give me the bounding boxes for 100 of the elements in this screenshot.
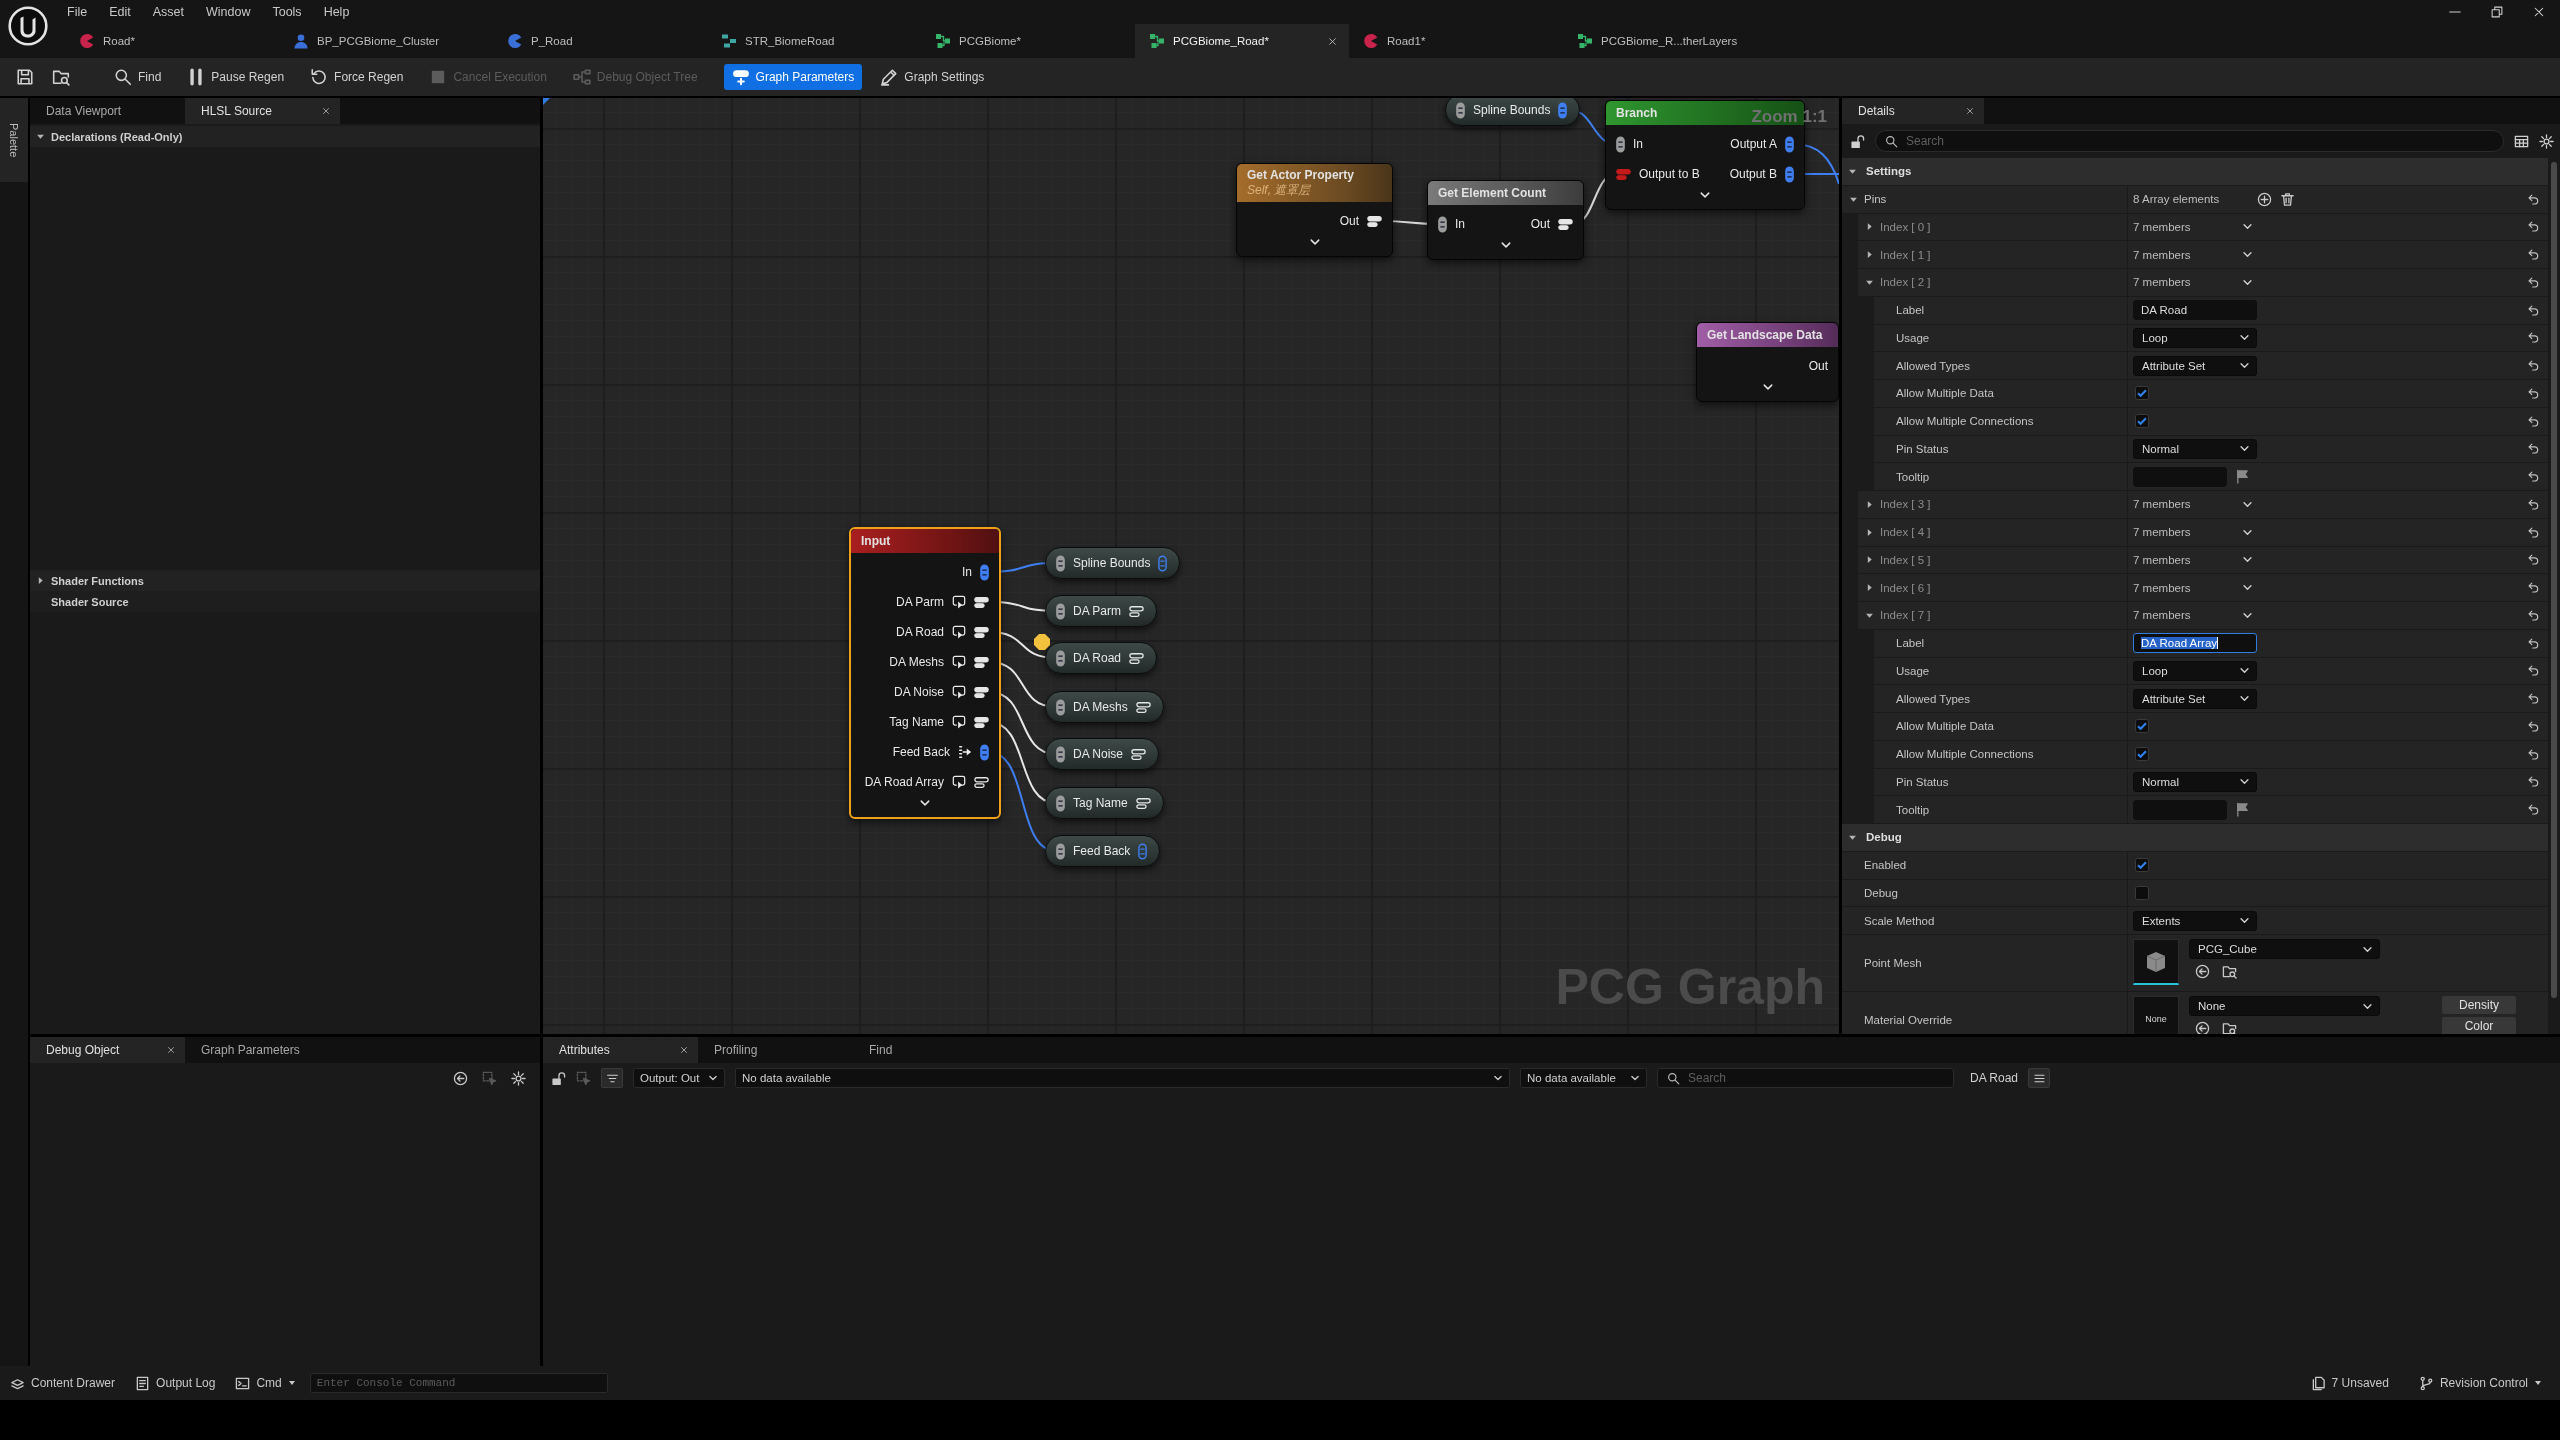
- stacked-pin-icon[interactable]: [1438, 215, 1447, 233]
- reset-arrow-icon[interactable]: [2526, 747, 2540, 761]
- settings-icon[interactable]: [511, 1070, 526, 1086]
- bars-pin-icon[interactable]: [1129, 605, 1144, 617]
- text-field[interactable]: DA Road: [2133, 300, 2257, 321]
- mesh-thumbnail[interactable]: [2133, 939, 2179, 985]
- stacked-pin-icon[interactable]: [1056, 698, 1065, 716]
- close-icon[interactable]: [2533, 6, 2545, 18]
- reroute-node[interactable]: Feed Back: [1045, 835, 1161, 867]
- stacked-pin-icon[interactable]: [1056, 554, 1065, 572]
- close-icon[interactable]: [167, 1046, 175, 1054]
- menu-item[interactable]: Tools: [261, 0, 313, 24]
- panel-tab[interactable]: Attributes: [543, 1037, 698, 1063]
- palette-tab[interactable]: Palette: [0, 98, 28, 182]
- stacked-pin-icon[interactable]: [980, 743, 989, 761]
- content-drawer-button[interactable]: Content Drawer: [4, 1370, 122, 1396]
- document-tab[interactable]: STR_BiomeRoad: [707, 24, 921, 58]
- section-header[interactable]: Shader Functions: [30, 570, 540, 591]
- flag-icon[interactable]: [2235, 469, 2250, 485]
- checkbox[interactable]: [2135, 747, 2149, 762]
- close-icon[interactable]: [322, 107, 330, 115]
- graph-parameters-button[interactable]: Graph Parameters: [723, 64, 863, 90]
- menu-item[interactable]: File: [56, 0, 99, 24]
- members-dropdown[interactable]: 7 members: [2133, 605, 2257, 626]
- bars-pin-icon[interactable]: [1135, 797, 1151, 809]
- reset-arrow-icon[interactable]: [2526, 275, 2540, 289]
- bars-pin-icon[interactable]: [974, 686, 989, 698]
- graph-node[interactable]: Input In DA Parm DA Road DA Meshs DA Noise Tag Name Feed Back DA Road Array: [849, 527, 1001, 819]
- checkbox[interactable]: [2135, 885, 2149, 900]
- reset-arrow-icon[interactable]: [2526, 386, 2540, 400]
- stacked-pin-icon[interactable]: [1056, 602, 1065, 620]
- stacked-pin-icon[interactable]: [1456, 101, 1465, 119]
- bars-pin-icon[interactable]: [974, 716, 989, 728]
- dropdown[interactable]: Loop: [2133, 327, 2257, 348]
- bars-pin-icon[interactable]: [1558, 218, 1573, 230]
- members-dropdown[interactable]: 7 members: [2133, 549, 2257, 570]
- force-regen-button[interactable]: Force Regen: [302, 64, 412, 90]
- cmd-button[interactable]: Cmd: [229, 1370, 302, 1396]
- panel-tab[interactable]: Debug Object: [30, 1037, 185, 1063]
- scrollbar-thumb[interactable]: [2551, 162, 2557, 998]
- checkbox[interactable]: [2135, 858, 2149, 873]
- document-tab[interactable]: Road1*: [1349, 24, 1563, 58]
- menu-item[interactable]: Help: [312, 0, 361, 24]
- reset-arrow-icon[interactable]: [2526, 442, 2540, 456]
- members-dropdown[interactable]: 7 members: [2133, 494, 2257, 515]
- select-cursor-icon[interactable]: [576, 1070, 591, 1086]
- restore-icon[interactable]: [2491, 6, 2503, 18]
- app-logo-icon[interactable]: [8, 6, 48, 46]
- reset-arrow-icon[interactable]: [2526, 359, 2540, 373]
- search-field[interactable]: Search: [1657, 1068, 1954, 1088]
- panel-tab[interactable]: HLSL Source: [185, 98, 340, 124]
- document-tab[interactable]: Road*: [65, 24, 279, 58]
- reset-arrow-icon[interactable]: [2526, 470, 2540, 484]
- bars-pin-icon[interactable]: [1129, 652, 1145, 664]
- revision-control-button[interactable]: Revision Control: [2412, 1370, 2548, 1396]
- material-thumbnail[interactable]: None: [2133, 996, 2179, 1034]
- stacked-pin-icon[interactable]: [980, 563, 989, 581]
- section-header[interactable]: Declarations (Read-Only): [30, 126, 540, 147]
- find-button[interactable]: Find: [106, 64, 170, 90]
- data-dropdown[interactable]: No data available: [735, 1068, 1510, 1088]
- panel-tab[interactable]: Graph Parameters: [185, 1037, 340, 1063]
- dropdown[interactable]: Loop: [2133, 660, 2257, 681]
- asset-dropdown[interactable]: PCG_Cube: [2189, 939, 2380, 959]
- stacked-pin-icon[interactable]: [1785, 165, 1794, 183]
- graph-node[interactable]: Get Element Count In Out: [1427, 180, 1584, 260]
- reset-arrow-icon[interactable]: [2526, 414, 2540, 428]
- dropdown[interactable]: Attribute Set: [2133, 688, 2257, 709]
- panel-tab[interactable]: Details: [1842, 98, 1984, 124]
- panel-tab[interactable]: Profiling: [698, 1037, 853, 1063]
- close-icon[interactable]: [1328, 36, 1337, 46]
- graph-settings-button[interactable]: Graph Settings: [872, 64, 993, 90]
- dropdown[interactable]: Normal: [2133, 771, 2257, 792]
- reset-arrow-icon[interactable]: [2526, 525, 2540, 539]
- category-header[interactable]: Debug: [1842, 824, 2548, 852]
- document-tab[interactable]: PCGBiome_Road*: [1135, 24, 1349, 58]
- reset-arrow-icon[interactable]: [2526, 775, 2540, 789]
- stacked-pin-icon[interactable]: [1056, 649, 1065, 667]
- document-tab[interactable]: PCGBiome*: [921, 24, 1135, 58]
- stacked-pin-icon[interactable]: [1616, 135, 1625, 153]
- reset-arrow-icon[interactable]: [2526, 331, 2540, 345]
- close-icon[interactable]: [680, 1046, 688, 1054]
- checkbox[interactable]: [2135, 719, 2149, 734]
- table-icon[interactable]: [2514, 133, 2529, 149]
- document-tab[interactable]: BP_PCGBiome_Cluster: [279, 24, 493, 58]
- output-dropdown[interactable]: Output: Out: [633, 1068, 725, 1088]
- dropdown[interactable]: Attribute Set: [2133, 355, 2257, 376]
- add-circle-icon[interactable]: [2257, 191, 2273, 207]
- members-dropdown[interactable]: 7 members: [2133, 272, 2257, 293]
- checkbox[interactable]: [2135, 386, 2149, 401]
- reset-arrow-icon[interactable]: [2526, 581, 2540, 595]
- console-field[interactable]: Enter Console Command: [309, 1373, 608, 1393]
- asset-dropdown[interactable]: None: [2189, 996, 2380, 1016]
- graph-node[interactable]: Get Landscape Data Out: [1696, 322, 1839, 402]
- bars-pin-icon[interactable]: [1135, 701, 1151, 713]
- checkbox[interactable]: [2135, 414, 2149, 429]
- text-field[interactable]: DA Road Array: [2133, 633, 2257, 654]
- bars-pin-icon[interactable]: [974, 626, 989, 638]
- panel-tab[interactable]: Find: [853, 1037, 1008, 1063]
- category-header[interactable]: Settings: [1842, 158, 2548, 186]
- reroute-node[interactable]: DA Noise: [1045, 738, 1160, 770]
